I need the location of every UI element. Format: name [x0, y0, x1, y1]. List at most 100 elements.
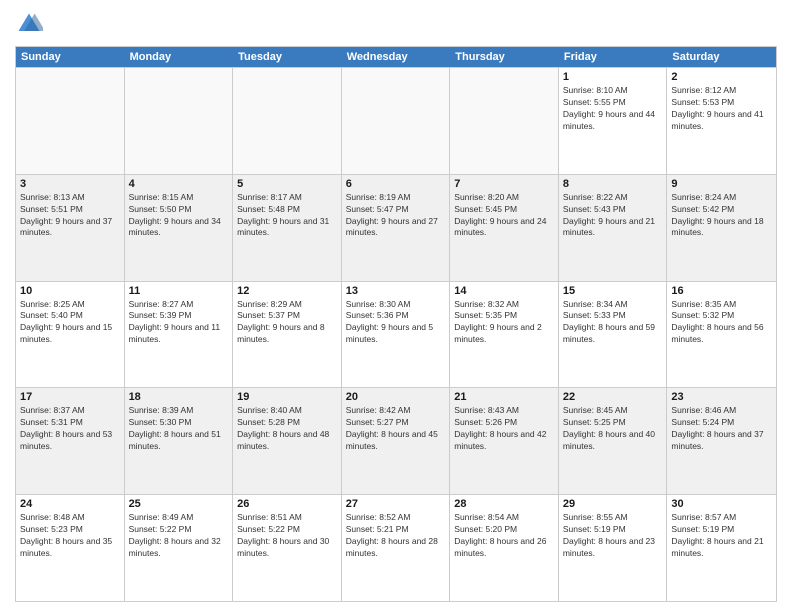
cell-info: Sunrise: 8:22 AMSunset: 5:43 PMDaylight:…	[563, 192, 663, 240]
cal-cell-4: 4 Sunrise: 8:15 AMSunset: 5:50 PMDaylight…	[125, 175, 234, 281]
day-number: 1	[563, 71, 663, 83]
cal-cell-5: 5 Sunrise: 8:17 AMSunset: 5:48 PMDaylight…	[233, 175, 342, 281]
day-number: 27	[346, 498, 446, 510]
day-number: 17	[20, 391, 120, 403]
cal-cell-2: 2 Sunrise: 8:12 AMSunset: 5:53 PMDaylight…	[667, 68, 776, 174]
day-number: 8	[563, 178, 663, 190]
cal-cell-1: 1 Sunrise: 8:10 AMSunset: 5:55 PMDaylight…	[559, 68, 668, 174]
day-number: 28	[454, 498, 554, 510]
cal-cell-25: 25 Sunrise: 8:49 AMSunset: 5:22 PMDayligh…	[125, 495, 234, 601]
day-number: 12	[237, 285, 337, 297]
cal-cell-empty-0	[16, 68, 125, 174]
day-number: 15	[563, 285, 663, 297]
header-day-monday: Monday	[125, 47, 234, 67]
day-number: 10	[20, 285, 120, 297]
header-day-sunday: Sunday	[16, 47, 125, 67]
header-day-tuesday: Tuesday	[233, 47, 342, 67]
cell-info: Sunrise: 8:19 AMSunset: 5:47 PMDaylight:…	[346, 192, 446, 240]
logo	[15, 10, 47, 38]
day-number: 9	[671, 178, 772, 190]
cell-info: Sunrise: 8:20 AMSunset: 5:45 PMDaylight:…	[454, 192, 554, 240]
cell-info: Sunrise: 8:54 AMSunset: 5:20 PMDaylight:…	[454, 512, 554, 560]
cell-info: Sunrise: 8:55 AMSunset: 5:19 PMDaylight:…	[563, 512, 663, 560]
cal-cell-16: 16 Sunrise: 8:35 AMSunset: 5:32 PMDayligh…	[667, 282, 776, 388]
day-number: 16	[671, 285, 772, 297]
day-number: 6	[346, 178, 446, 190]
cell-info: Sunrise: 8:37 AMSunset: 5:31 PMDaylight:…	[20, 405, 120, 453]
day-number: 26	[237, 498, 337, 510]
cell-info: Sunrise: 8:13 AMSunset: 5:51 PMDaylight:…	[20, 192, 120, 240]
cal-cell-23: 23 Sunrise: 8:46 AMSunset: 5:24 PMDayligh…	[667, 388, 776, 494]
day-number: 22	[563, 391, 663, 403]
cell-info: Sunrise: 8:25 AMSunset: 5:40 PMDaylight:…	[20, 299, 120, 347]
day-number: 20	[346, 391, 446, 403]
cal-cell-empty-3	[342, 68, 451, 174]
day-number: 5	[237, 178, 337, 190]
cell-info: Sunrise: 8:45 AMSunset: 5:25 PMDaylight:…	[563, 405, 663, 453]
cal-cell-28: 28 Sunrise: 8:54 AMSunset: 5:20 PMDayligh…	[450, 495, 559, 601]
cal-cell-21: 21Sunrise: 8:43 AMSunset: 5:26 PMDayligh…	[450, 388, 559, 494]
cell-info: Sunrise: 8:17 AMSunset: 5:48 PMDaylight:…	[237, 192, 337, 240]
cell-info: Sunrise: 8:43 AMSunset: 5:26 PMDaylight:…	[454, 405, 554, 453]
cal-cell-7: 7 Sunrise: 8:20 AMSunset: 5:45 PMDaylight…	[450, 175, 559, 281]
cal-row-2: 10 Sunrise: 8:25 AMSunset: 5:40 PMDayligh…	[16, 281, 776, 388]
cell-info: Sunrise: 8:27 AMSunset: 5:39 PMDaylight:…	[129, 299, 229, 347]
day-number: 25	[129, 498, 229, 510]
cal-cell-30: 30 Sunrise: 8:57 AMSunset: 5:19 PMDayligh…	[667, 495, 776, 601]
cell-info: Sunrise: 8:40 AMSunset: 5:28 PMDaylight:…	[237, 405, 337, 453]
cell-info: Sunrise: 8:24 AMSunset: 5:42 PMDaylight:…	[671, 192, 772, 240]
cal-cell-22: 22 Sunrise: 8:45 AMSunset: 5:25 PMDayligh…	[559, 388, 668, 494]
cal-cell-20: 20Sunrise: 8:42 AMSunset: 5:27 PMDayligh…	[342, 388, 451, 494]
header	[15, 10, 777, 38]
calendar: SundayMondayTuesdayWednesdayThursdayFrid…	[15, 46, 777, 602]
cell-info: Sunrise: 8:48 AMSunset: 5:23 PMDaylight:…	[20, 512, 120, 560]
cell-info: Sunrise: 8:15 AMSunset: 5:50 PMDaylight:…	[129, 192, 229, 240]
day-number: 13	[346, 285, 446, 297]
cell-info: Sunrise: 8:12 AMSunset: 5:53 PMDaylight:…	[671, 85, 772, 133]
cal-cell-13: 13 Sunrise: 8:30 AMSunset: 5:36 PMDayligh…	[342, 282, 451, 388]
calendar-body: 1 Sunrise: 8:10 AMSunset: 5:55 PMDaylight…	[16, 67, 776, 601]
header-day-friday: Friday	[559, 47, 668, 67]
cell-info: Sunrise: 8:57 AMSunset: 5:19 PMDaylight:…	[671, 512, 772, 560]
cell-info: Sunrise: 8:35 AMSunset: 5:32 PMDaylight:…	[671, 299, 772, 347]
cell-info: Sunrise: 8:49 AMSunset: 5:22 PMDaylight:…	[129, 512, 229, 560]
day-number: 14	[454, 285, 554, 297]
cell-info: Sunrise: 8:52 AMSunset: 5:21 PMDaylight:…	[346, 512, 446, 560]
cal-cell-8: 8 Sunrise: 8:22 AMSunset: 5:43 PMDaylight…	[559, 175, 668, 281]
cal-row-3: 17 Sunrise: 8:37 AMSunset: 5:31 PMDayligh…	[16, 387, 776, 494]
calendar-header: SundayMondayTuesdayWednesdayThursdayFrid…	[16, 47, 776, 67]
cell-info: Sunrise: 8:46 AMSunset: 5:24 PMDaylight:…	[671, 405, 772, 453]
cal-cell-empty-2	[233, 68, 342, 174]
cell-info: Sunrise: 8:29 AMSunset: 5:37 PMDaylight:…	[237, 299, 337, 347]
cal-cell-17: 17 Sunrise: 8:37 AMSunset: 5:31 PMDayligh…	[16, 388, 125, 494]
cal-cell-empty-4	[450, 68, 559, 174]
logo-icon	[15, 10, 43, 38]
cal-cell-3: 3 Sunrise: 8:13 AMSunset: 5:51 PMDaylight…	[16, 175, 125, 281]
day-number: 7	[454, 178, 554, 190]
day-number: 18	[129, 391, 229, 403]
cal-cell-empty-1	[125, 68, 234, 174]
day-number: 24	[20, 498, 120, 510]
cell-info: Sunrise: 8:30 AMSunset: 5:36 PMDaylight:…	[346, 299, 446, 347]
page: SundayMondayTuesdayWednesdayThursdayFrid…	[0, 0, 792, 612]
day-number: 2	[671, 71, 772, 83]
cal-row-0: 1 Sunrise: 8:10 AMSunset: 5:55 PMDaylight…	[16, 67, 776, 174]
day-number: 30	[671, 498, 772, 510]
day-number: 11	[129, 285, 229, 297]
day-number: 4	[129, 178, 229, 190]
cell-info: Sunrise: 8:34 AMSunset: 5:33 PMDaylight:…	[563, 299, 663, 347]
cal-cell-24: 24 Sunrise: 8:48 AMSunset: 5:23 PMDayligh…	[16, 495, 125, 601]
header-day-thursday: Thursday	[450, 47, 559, 67]
cal-cell-14: 14Sunrise: 8:32 AMSunset: 5:35 PMDayligh…	[450, 282, 559, 388]
cal-cell-11: 11 Sunrise: 8:27 AMSunset: 5:39 PMDayligh…	[125, 282, 234, 388]
day-number: 3	[20, 178, 120, 190]
day-number: 23	[671, 391, 772, 403]
day-number: 29	[563, 498, 663, 510]
cal-cell-27: 27 Sunrise: 8:52 AMSunset: 5:21 PMDayligh…	[342, 495, 451, 601]
day-number: 19	[237, 391, 337, 403]
cell-info: Sunrise: 8:10 AMSunset: 5:55 PMDaylight:…	[563, 85, 663, 133]
header-day-wednesday: Wednesday	[342, 47, 451, 67]
cal-cell-12: 12 Sunrise: 8:29 AMSunset: 5:37 PMDayligh…	[233, 282, 342, 388]
cal-row-1: 3 Sunrise: 8:13 AMSunset: 5:51 PMDaylight…	[16, 174, 776, 281]
cell-info: Sunrise: 8:39 AMSunset: 5:30 PMDaylight:…	[129, 405, 229, 453]
